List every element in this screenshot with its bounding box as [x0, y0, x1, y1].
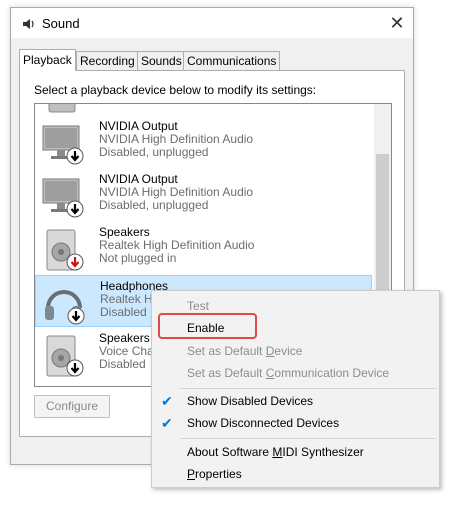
menu-item-set-default-device[interactable]: Set as Default Device [152, 340, 439, 362]
window-title: Sound [42, 16, 80, 31]
instruction-text: Select a playback device below to modify… [34, 83, 317, 97]
device-status: Not plugged in [99, 251, 177, 265]
configure-button[interactable]: Configure [34, 395, 110, 418]
headphones-icon [45, 290, 85, 325]
speaker-icon [48, 104, 76, 113]
device-status: Disabled, unplugged [99, 198, 209, 212]
menu-item-about-midi[interactable]: About Software MIDI Synthesizer [152, 441, 439, 463]
speaker-icon [46, 229, 84, 271]
menu-item-label: Properties [187, 467, 242, 481]
menu-item-set-default-communication[interactable]: Set as Default Communication Device [152, 362, 439, 384]
tab-recording[interactable]: Recording [76, 51, 139, 71]
monitor-icon [42, 178, 84, 218]
list-item[interactable]: NVIDIA Output NVIDIA High Definition Aud… [35, 169, 372, 221]
speaker-icon [23, 19, 34, 29]
close-button[interactable]: ✕ [381, 8, 413, 38]
menu-item-label: Set as Default Communication Device [187, 366, 390, 380]
tab-sounds[interactable]: Sounds [137, 51, 186, 71]
monitor-icon [42, 125, 84, 165]
tab-playback[interactable]: Playback [19, 49, 76, 71]
menu-item-label: Set as Default Device [187, 344, 303, 358]
checkmark-icon: ✔ [161, 415, 173, 431]
tab-communications[interactable]: Communications [183, 51, 281, 71]
menu-separator [180, 388, 436, 389]
title-bar[interactable]: Sound ✕ [11, 8, 413, 38]
device-status: Disabled [99, 357, 146, 371]
list-item[interactable]: NVIDIA Output NVIDIA High Definition Aud… [35, 116, 372, 168]
menu-item-show-disconnected[interactable]: ✔ Show Disconnected Devices [152, 412, 439, 434]
speaker-icon [46, 335, 84, 377]
checkmark-icon: ✔ [161, 393, 173, 409]
menu-item-label: Show Disabled Devices [187, 394, 314, 408]
menu-item-show-disabled[interactable]: ✔ Show Disabled Devices [152, 390, 439, 412]
menu-separator [180, 438, 436, 439]
menu-item-label: About Software MIDI Synthesizer [187, 445, 364, 459]
list-item[interactable] [35, 104, 372, 116]
close-icon: ✕ [389, 13, 405, 33]
menu-item-properties[interactable]: Properties [152, 463, 439, 485]
list-item[interactable]: Speakers Realtek High Definition Audio N… [35, 222, 372, 274]
device-status: Disabled, unplugged [99, 145, 209, 159]
enable-highlight-box [158, 313, 257, 339]
menu-item-label: Show Disconnected Devices [187, 416, 340, 430]
